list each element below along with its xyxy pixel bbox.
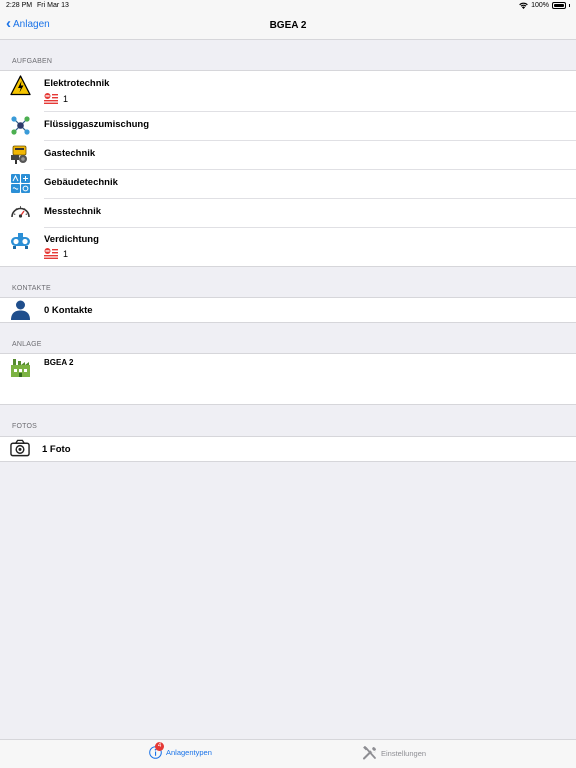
compressor-icon [11, 233, 30, 249]
section-header-kontakte: KONTAKTE [12, 285, 51, 292]
navigation-bar: ‹ Anlagen BGEA 2 [0, 12, 576, 40]
building-services-icon [11, 174, 30, 193]
tab-label: Anlagentypen [166, 748, 212, 757]
list-item-verdichtung[interactable]: Verdichtung 1 [0, 227, 576, 266]
tab-label: Einstellungen [381, 748, 427, 758]
tab-anlagentypen[interactable]: 4 Anlagentypen [149, 742, 212, 759]
page-title: BGEA 2 [269, 20, 307, 31]
task-list-icon [44, 93, 58, 104]
wifi-icon [519, 2, 528, 9]
list-item-label: 1 Foto [42, 444, 71, 455]
list-item-elektrotechnik[interactable]: Elektrotechnik 1 [0, 71, 576, 111]
section-header-anlage: ANLAGE [12, 341, 42, 348]
tools-icon [363, 746, 377, 760]
task-list-icon [44, 248, 58, 259]
anlage-list: BGEA 2 [0, 353, 576, 405]
battery-tip [569, 4, 570, 7]
task-count: 1 [44, 93, 68, 104]
list-item-fotos[interactable]: 1 Foto [0, 437, 576, 461]
list-item-label: Elektrotechnik [44, 78, 110, 89]
list-item-label: BGEA 2 [44, 358, 74, 367]
fotos-list: 1 Foto [0, 436, 576, 462]
list-item-label: 0 Kontakte [44, 305, 93, 316]
task-count: 1 [44, 248, 68, 259]
status-date: Fri Mar 13 [37, 2, 69, 9]
high-voltage-warning-icon [10, 75, 31, 96]
gauge-icon [11, 206, 30, 218]
list-item-label: Flüssiggaszumischung [44, 119, 150, 130]
factory-icon [11, 359, 30, 377]
aufgaben-list: Elektrotechnik 1 Flüssiggaszumischung Ga… [0, 70, 576, 267]
tab-icon-wrapper: 4 [149, 742, 164, 759]
list-item-messtechnik[interactable]: Messtechnik [0, 198, 576, 227]
battery-percent: 100% [531, 2, 549, 9]
list-item-gastechnik[interactable]: Gastechnik [0, 140, 576, 169]
list-item-label: Gebäudetechnik [44, 177, 118, 188]
list-item-gebaeudetechnik[interactable]: Gebäudetechnik [0, 169, 576, 198]
status-right: 100% [519, 2, 570, 9]
section-header-aufgaben: AUFGABEN [12, 58, 53, 65]
list-item-anlage[interactable]: BGEA 2 [0, 354, 576, 404]
section-header-fotos: FOTOS [12, 423, 37, 430]
list-item-label: Verdichtung [44, 234, 99, 245]
notification-badge: 4 [155, 742, 164, 751]
tab-bar: 4 Anlagentypen Einstellungen [0, 739, 576, 768]
camera-icon [10, 439, 30, 457]
task-count-value: 1 [63, 248, 69, 259]
status-bar: 2:28 PM Fri Mar 13 100% [0, 0, 576, 12]
molecule-icon [11, 116, 30, 135]
kontakte-list: 0 Kontakte [0, 297, 576, 323]
list-item-label: Messtechnik [44, 206, 102, 217]
tab-einstellungen[interactable]: Einstellungen [362, 746, 426, 760]
list-item-label: Gastechnik [44, 148, 96, 159]
gas-burner-icon [11, 145, 27, 164]
battery-icon [552, 2, 566, 9]
list-item-kontakte[interactable]: 0 Kontakte [0, 298, 576, 322]
list-item-fluessiggaszumischung[interactable]: Flüssiggaszumischung [0, 111, 576, 140]
person-icon [11, 300, 30, 320]
task-count-value: 1 [63, 93, 69, 104]
status-time: 2:28 PM [6, 2, 33, 9]
